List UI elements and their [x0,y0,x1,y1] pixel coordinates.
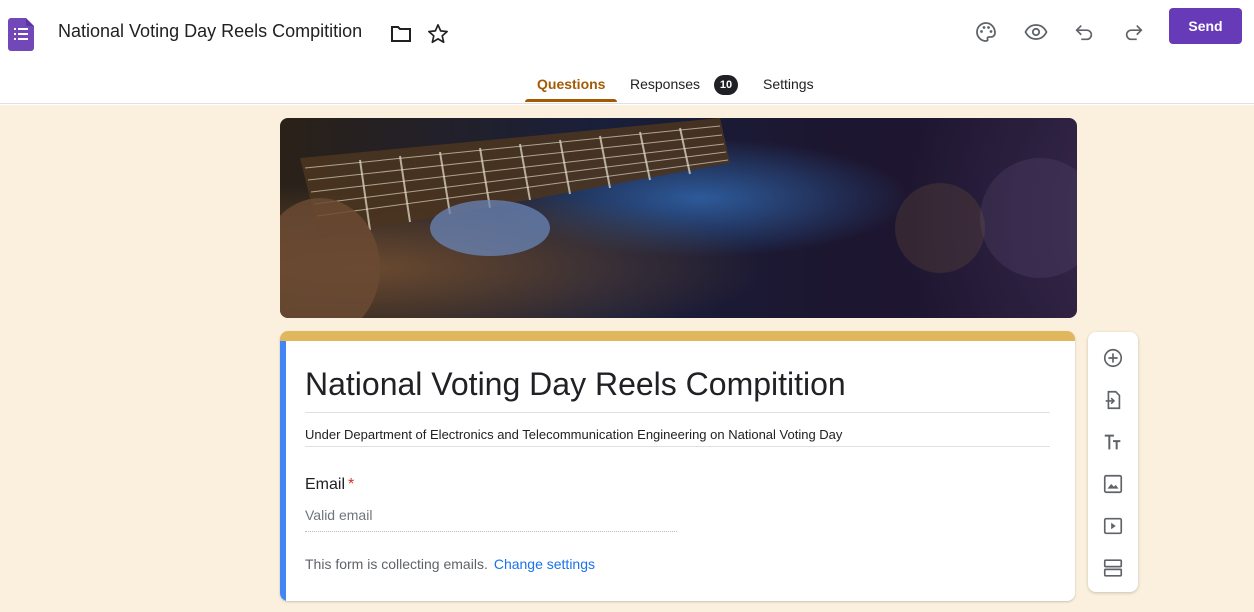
app-header: National Voting Day Reels Compitition Se… [0,0,1254,104]
question-label: Email * [305,476,354,494]
add-title-icon[interactable] [1101,430,1125,454]
header-banner-image [280,118,1077,318]
star-icon[interactable] [426,22,450,46]
email-collection-note: This form is collecting emails. Change se… [305,556,595,572]
add-section-icon[interactable] [1101,556,1125,580]
add-question-icon[interactable] [1101,346,1125,370]
form-header-card: National Voting Day Reels Compitition Un… [280,331,1075,601]
document-title[interactable]: National Voting Day Reels Compitition [58,21,362,42]
forms-logo-icon[interactable] [8,18,34,51]
change-settings-link[interactable]: Change settings [494,556,595,572]
question-label-text: Email [305,476,346,493]
send-button[interactable]: Send [1169,8,1242,44]
description-divider [305,446,1050,447]
form-description[interactable]: Under Department of Electronics and Tele… [305,427,842,442]
card-focus-indicator [280,341,286,601]
undo-icon[interactable] [1072,20,1096,44]
tab-responses[interactable]: Responses [630,76,700,92]
import-questions-icon[interactable] [1101,388,1125,412]
preview-icon[interactable] [1024,20,1048,44]
form-title[interactable]: National Voting Day Reels Compitition [305,366,846,403]
card-accent-bar [280,331,1075,341]
add-image-icon[interactable] [1101,472,1125,496]
form-editor-canvas: National Voting Day Reels Compitition Un… [0,105,1254,612]
required-asterisk: * [348,476,355,493]
active-tab-indicator [525,99,617,102]
floating-toolbar [1088,332,1138,592]
responses-count-badge: 10 [714,75,738,95]
redo-icon[interactable] [1122,20,1146,44]
tab-questions[interactable]: Questions [537,76,605,92]
add-video-icon[interactable] [1101,514,1125,538]
folder-icon[interactable] [389,22,413,46]
note-text: This form is collecting emails. [305,556,488,572]
palette-icon[interactable] [974,20,998,44]
tab-settings[interactable]: Settings [763,76,814,92]
title-divider [305,412,1050,413]
email-field[interactable]: Valid email [305,507,677,532]
